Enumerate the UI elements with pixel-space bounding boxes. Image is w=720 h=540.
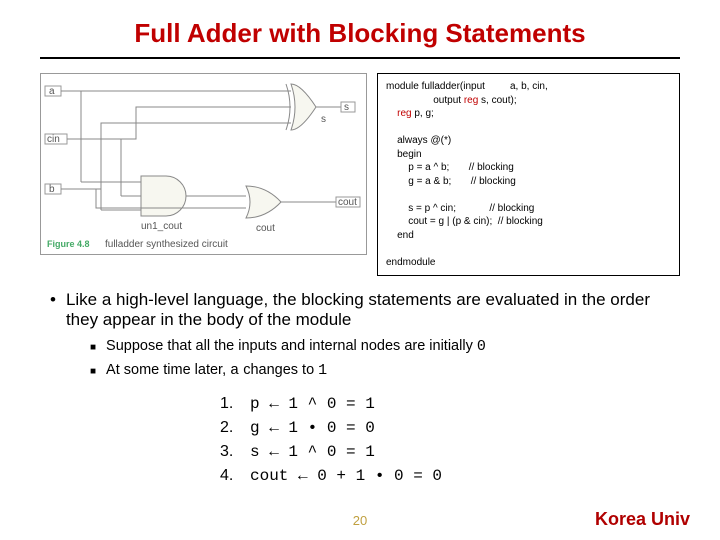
port-s: s [344, 102, 349, 113]
sub-bullets: ■ Suppose that all the inputs and intern… [90, 338, 680, 382]
figure-caption: fulladder synthesized circuit [105, 239, 228, 250]
circuit-diagram: a b cin s s [40, 73, 367, 255]
port-b: b [49, 184, 55, 195]
step-row: 3.s ← 1 ^ 0 = 1 [220, 440, 680, 464]
port-a: a [49, 86, 55, 97]
slide-title: Full Adder with Blocking Statements [40, 18, 680, 49]
step-row: 2.g ← 1 • 0 = 0 [220, 416, 680, 440]
title-divider [40, 57, 680, 59]
bullet-dot-icon: • [50, 290, 56, 330]
code-line: end [386, 229, 671, 243]
code-line: p = a ^ b; // blocking [386, 161, 671, 175]
code-line: g = a & b; // blocking [386, 175, 671, 189]
code-line: endmodule [386, 256, 671, 270]
square-bullet-icon: ■ [90, 338, 96, 358]
square-bullet-icon: ■ [90, 362, 96, 382]
gate-s-label: s [321, 114, 326, 125]
code-line: reg p, g; [386, 107, 671, 121]
code-line: always @(*) [386, 134, 671, 148]
code-line: cout = g | (p & cin); // blocking [386, 215, 671, 229]
code-line: s = p ^ cin; // blocking [386, 202, 671, 216]
sub-bullet: ■ At some time later, a changes to 1 [90, 362, 680, 382]
code-line: module fulladder(input a, b, cin, [386, 80, 671, 94]
port-cout: cout [338, 197, 357, 208]
step-row: 1.p ← 1 ^ 0 = 1 [220, 392, 680, 416]
sub-bullet: ■ Suppose that all the inputs and intern… [90, 338, 680, 358]
content-row: a b cin s s [40, 73, 680, 276]
gate-cout-label: cout [256, 223, 275, 234]
figure-label: Figure 4.8 [47, 239, 90, 249]
bullet-main: • Like a high-level language, the blocki… [50, 290, 680, 330]
step-row: 4.cout ← 0 + 1 • 0 = 0 [220, 464, 680, 488]
footer-brand: Korea Univ [595, 509, 690, 530]
code-block: module fulladder(input a, b, cin, output… [377, 73, 680, 276]
port-cin: cin [47, 134, 60, 145]
evaluation-steps: 1.p ← 1 ^ 0 = 1 2.g ← 1 • 0 = 0 3.s ← 1 … [220, 392, 680, 488]
code-line: output reg s, cout); [386, 94, 671, 108]
gate-un1: un1_cout [141, 221, 182, 232]
code-line: begin [386, 148, 671, 162]
